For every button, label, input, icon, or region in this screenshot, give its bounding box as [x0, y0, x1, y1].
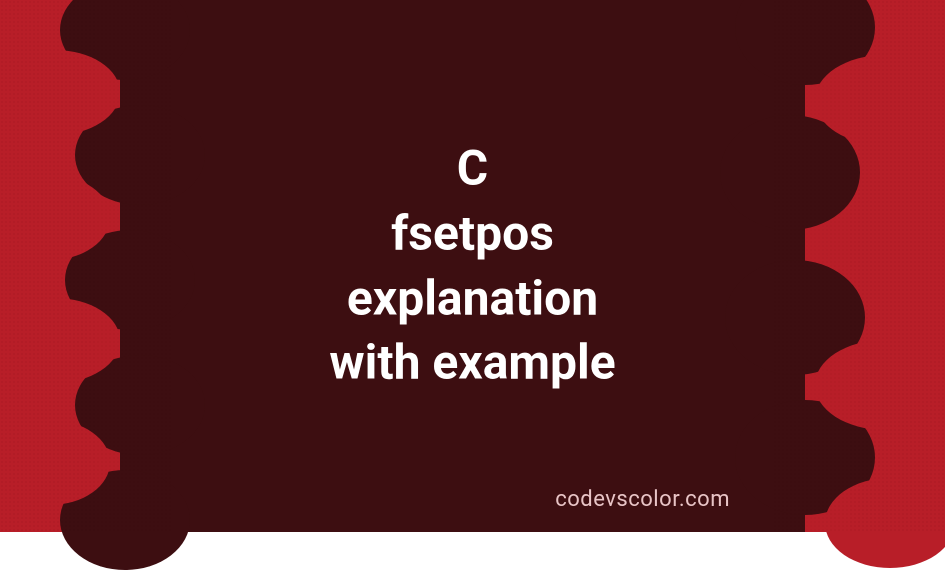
blob-shape — [825, 478, 945, 568]
title-line-2: fsetpos — [329, 201, 615, 266]
blob-shape — [815, 340, 945, 430]
watermark-text: codevscolor.com — [555, 487, 730, 512]
title-line-4: with example — [329, 331, 615, 396]
banner-container: C fsetpos explanation with example codev… — [0, 0, 945, 532]
blob-shape — [815, 55, 945, 145]
blob-shape — [825, 198, 945, 288]
title-line-3: explanation — [329, 266, 615, 331]
title-line-1: C — [329, 136, 615, 201]
banner-title: C fsetpos explanation with example — [329, 136, 615, 395]
